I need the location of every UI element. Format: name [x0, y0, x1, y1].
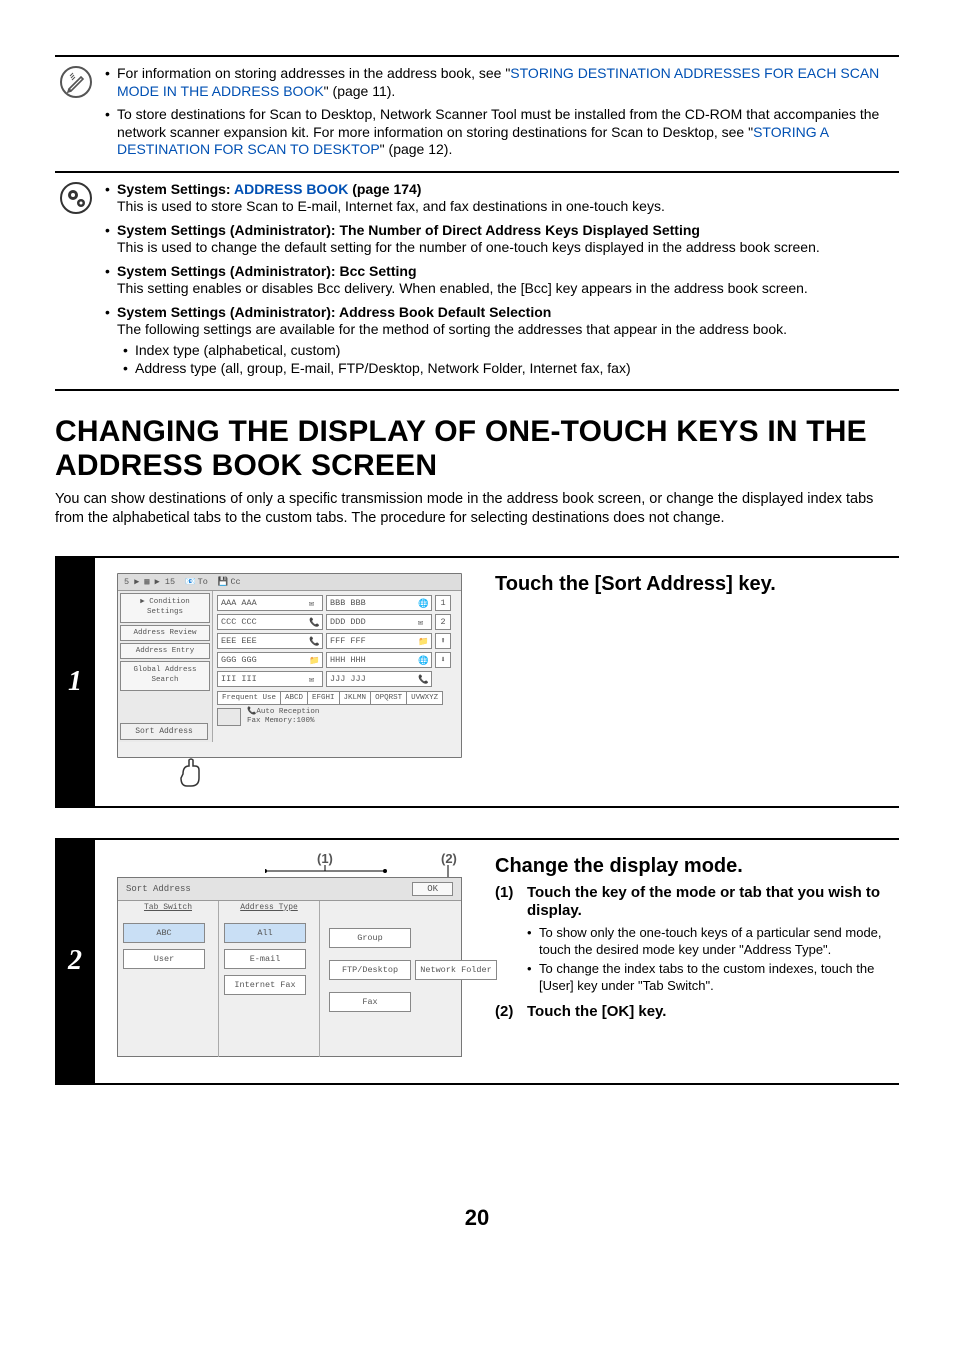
- note2-item-3: System Settings (Administrator): Bcc Set…: [105, 263, 893, 298]
- note2-item-2: System Settings (Administrator): The Num…: [105, 222, 893, 257]
- step2-sub1-b1: To show only the one-touch keys of a par…: [527, 925, 894, 959]
- cc-tab[interactable]: 💾 Cc: [218, 577, 241, 587]
- step-2: 2 (1) (2): [55, 838, 899, 1085]
- breadcrumb-count: 5 ▶ ▦ ▶ 15: [124, 577, 175, 587]
- note1-item-2: To store destinations for Scan to Deskto…: [105, 106, 893, 159]
- addr-type-ftp[interactable]: FTP/Desktop: [329, 960, 411, 980]
- tab-switch-user[interactable]: User: [123, 949, 205, 969]
- sort-address-button[interactable]: Sort Address: [120, 723, 208, 740]
- page-indicator: 1: [435, 595, 451, 611]
- page-indicator: 2: [435, 614, 451, 630]
- destination-key[interactable]: DDD DDD✉: [326, 614, 432, 630]
- tab-switch-abc[interactable]: ABC: [123, 923, 205, 943]
- step-1-number: 1: [55, 556, 95, 808]
- destination-key[interactable]: AAA AAA✉: [217, 595, 323, 611]
- addr-type-group[interactable]: Group: [329, 928, 411, 948]
- note1-item-1: For information on storing addresses in …: [105, 65, 893, 100]
- step2-sub2: Touch the [OK] key.: [495, 1003, 894, 1022]
- index-tab[interactable]: Frequent Use: [217, 691, 280, 705]
- addr-type-fax[interactable]: Fax: [329, 992, 411, 1012]
- destination-key[interactable]: HHH HHH🌐: [326, 652, 432, 668]
- sidebar-address-review[interactable]: Address Review: [120, 625, 210, 641]
- link-address-book[interactable]: ADDRESS BOOK: [234, 181, 348, 197]
- lead-paragraph: You can show destinations of only a spec…: [55, 490, 899, 528]
- address-book-screenshot: 5 ▶ ▦ ▶ 15 📧 To 💾 Cc ▶ Condition Setting…: [107, 573, 462, 788]
- destination-key[interactable]: GGG GGG📁: [217, 652, 323, 668]
- index-tab[interactable]: EFGHI: [307, 691, 339, 705]
- destination-key[interactable]: CCC CCC📞: [217, 614, 323, 630]
- pencil-note-icon: [59, 65, 93, 99]
- ok-button[interactable]: OK: [412, 882, 453, 896]
- destination-key[interactable]: FFF FFF📁: [326, 633, 432, 649]
- sidebar-global-search[interactable]: Global Address Search: [120, 661, 210, 691]
- note2-item-4-sub-1: Index type (alphabetical, custom): [123, 341, 893, 359]
- addr-type-ifax[interactable]: Internet Fax: [224, 975, 306, 995]
- step-2-number: 2: [55, 838, 95, 1085]
- scroll-down-button[interactable]: ⬇: [435, 652, 451, 668]
- destination-key[interactable]: III III✉: [217, 671, 323, 687]
- index-tab[interactable]: ABCD: [280, 691, 307, 705]
- destination-key[interactable]: BBB BBB🌐: [326, 595, 432, 611]
- tab-switch-label: Tab Switch: [118, 903, 218, 912]
- dialog-title: Sort Address: [126, 884, 191, 894]
- addr-type-all[interactable]: All: [224, 923, 306, 943]
- index-tab[interactable]: UVWXYZ: [406, 691, 443, 705]
- pointing-hand-icon: [177, 756, 213, 792]
- addr-type-netfolder[interactable]: Network Folder: [415, 960, 497, 980]
- step-2-title: Change the display mode.: [495, 855, 894, 878]
- note2-item-4-sub-2: Address type (all, group, E-mail, FTP/De…: [123, 359, 893, 377]
- gear-note-icon: [59, 181, 93, 215]
- sort-address-screenshot: (1) (2) Sort Address OK: [107, 855, 462, 1065]
- index-tab[interactable]: OPQRST: [370, 691, 406, 705]
- step-1: 1 5 ▶ ▦ ▶ 15 📧 To 💾 Cc ▶ Condition Setti…: [55, 556, 899, 808]
- step2-sub1-b2: To change the index tabs to the custom i…: [527, 961, 894, 995]
- note-block-settings: System Settings: ADDRESS BOOK (page 174)…: [55, 173, 899, 391]
- note2-item-1: System Settings: ADDRESS BOOK (page 174)…: [105, 181, 893, 216]
- scroll-up-button[interactable]: ⬆: [435, 633, 451, 649]
- index-tab[interactable]: JKLMN: [339, 691, 371, 705]
- page-heading: CHANGING THE DISPLAY OF ONE-TOUCH KEYS I…: [55, 415, 899, 484]
- addr-type-email[interactable]: E-mail: [224, 949, 306, 969]
- footer-status: 📞Auto Reception Fax Memory:100%: [247, 708, 319, 726]
- note-block-info: For information on storing addresses in …: [55, 55, 899, 173]
- step-1-title: Touch the [Sort Address] key.: [495, 573, 894, 596]
- step2-sub1: Touch the key of the mode or tab that yo…: [495, 884, 894, 995]
- destination-key[interactable]: JJJ JJJ📞: [326, 671, 432, 687]
- page-number: 20: [55, 1205, 899, 1231]
- address-type-label: Address Type: [219, 903, 319, 912]
- sidebar-address-entry[interactable]: Address Entry: [120, 643, 210, 659]
- preview-icon[interactable]: [217, 708, 241, 726]
- destination-key[interactable]: EEE EEE📞: [217, 633, 323, 649]
- note2-item-4: System Settings (Administrator): Address…: [105, 304, 893, 377]
- sidebar-condition-settings[interactable]: ▶ Condition Settings: [120, 593, 210, 623]
- to-tab[interactable]: 📧 To: [185, 577, 208, 587]
